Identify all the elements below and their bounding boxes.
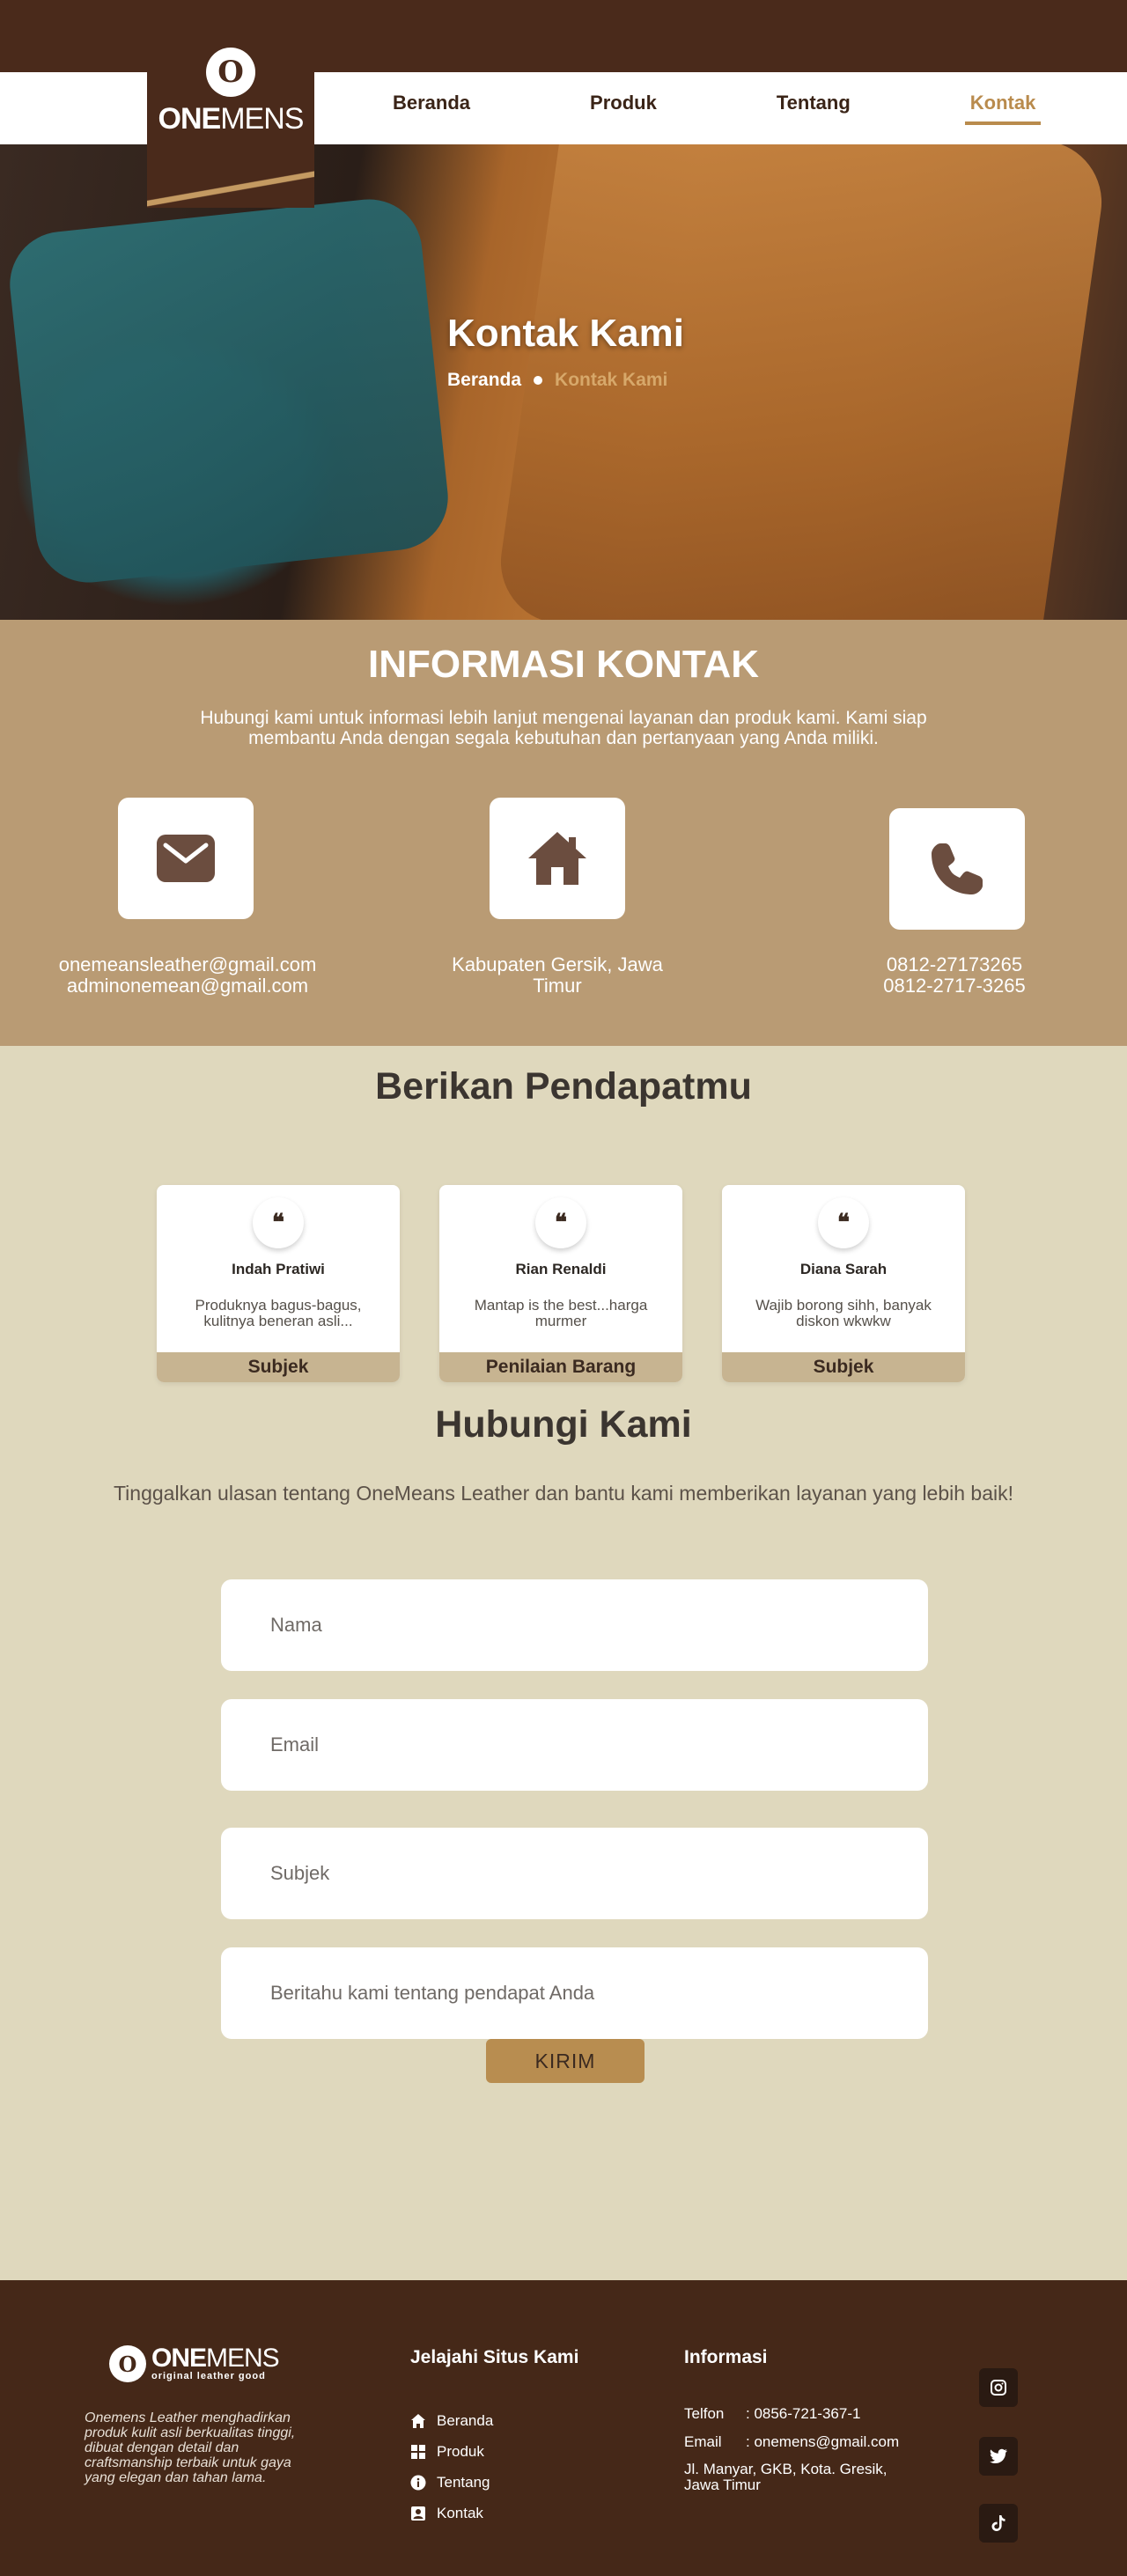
submit-button[interactable]: KIRIM <box>486 2039 645 2083</box>
message-field[interactable] <box>221 1947 928 2039</box>
brand-logo[interactable]: O ONEMENS <box>147 0 314 208</box>
review-text: Wajib borong sihh, banyak diskon wkwkw <box>755 1297 932 1329</box>
footer-link-label: Beranda <box>437 2411 494 2429</box>
contact-form-title: Hubungi Kami <box>435 1403 692 1446</box>
email-line[interactable]: adminonemean@gmail.com <box>29 975 346 997</box>
address-card <box>490 798 625 919</box>
footer-phone-row: Telfon : 0856-721-367-1 <box>684 2405 922 2423</box>
review-card: ❝ Rian Renaldi Mantap is the best...harg… <box>439 1185 682 1382</box>
footer-explore-heading: Jelajahi Situs Kami <box>410 2347 579 2367</box>
review-text: Produknya bagus-bagus, kulitnya beneran … <box>195 1297 362 1329</box>
footer-email-value[interactable]: : onemens@gmail.com <box>746 2433 899 2451</box>
tiktok-icon[interactable] <box>979 2504 1018 2543</box>
email-card <box>118 798 254 919</box>
breadcrumb-separator <box>534 376 543 385</box>
site-header: O ONEMENS Beranda Produk Tentang Kontak <box>0 0 1127 208</box>
subject-field[interactable] <box>221 1828 928 1919</box>
breadcrumb-home-link[interactable]: Beranda <box>447 370 521 391</box>
footer-logo-name-rest: MENS <box>206 2344 280 2373</box>
nav-link-produk[interactable]: Produk <box>585 92 662 125</box>
review-card: ❝ Indah Pratiwi Produknya bagus-bagus, k… <box>157 1185 400 1382</box>
review-footer: Subjek <box>157 1352 400 1382</box>
envelope-icon <box>157 835 215 882</box>
quote-icon: ❝ <box>253 1197 304 1248</box>
footer-phone-key: Telfon <box>684 2405 725 2422</box>
footer-link-kontak[interactable]: Kontak <box>410 2498 493 2528</box>
footer-logo-mark-icon: O <box>109 2345 146 2382</box>
address-line: Kabupaten Gersik, Jawa Timur <box>452 953 663 997</box>
nav-link-tentang[interactable]: Tentang <box>771 92 856 125</box>
grid-icon <box>410 2444 426 2460</box>
footer-about-text: Onemens Leather menghadirkan produk kuli… <box>85 2410 296 2485</box>
footer-nav: Beranda Produk Tentang Kontak <box>410 2405 493 2528</box>
footer-link-tentang[interactable]: Tentang <box>410 2467 493 2498</box>
contact-info-description: Hubungi kami untuk informasi lebih lanju… <box>200 708 927 748</box>
quote-icon: ❝ <box>535 1197 586 1248</box>
footer-logo-tagline: original leather good <box>151 2371 266 2381</box>
footer-link-label: Tentang <box>437 2473 490 2491</box>
footer-phone-value[interactable]: : 0856-721-367-1 <box>746 2405 860 2423</box>
phone-card <box>889 808 1025 930</box>
name-field[interactable] <box>221 1579 928 1671</box>
hero-banner: Kontak Kami Beranda Kontak Kami <box>0 144 1127 620</box>
logo-wordmark-rest: MENS <box>220 102 304 136</box>
review-card: ❝ Diana Sarah Wajib borong sihh, banyak … <box>722 1185 965 1382</box>
breadcrumb: Beranda Kontak Kami <box>447 370 667 391</box>
phone-line[interactable]: 0812-27173265 <box>796 954 1113 975</box>
footer-link-label: Produk <box>437 2442 484 2460</box>
breadcrumb-current: Kontak Kami <box>555 370 668 390</box>
quote-icon: ❝ <box>818 1197 869 1248</box>
email-addresses: onemeansleather@gmail.com adminonemean@g… <box>29 954 346 997</box>
phone-numbers: 0812-27173265 0812-2717-3265 <box>796 954 1113 997</box>
logo-wordmark-bold: ONE <box>158 102 222 136</box>
review-footer: Penilaian Barang <box>439 1352 682 1382</box>
site-footer: O ONEMENS original leather good Onemens … <box>0 2280 1127 2576</box>
footer-logo-name-bold: ONE <box>151 2344 207 2373</box>
email-field[interactable] <box>221 1699 928 1791</box>
review-footer: Subjek <box>722 1352 965 1382</box>
twitter-icon[interactable] <box>979 2437 1018 2476</box>
page-title: Kontak Kami <box>447 312 684 355</box>
home-icon <box>528 832 586 885</box>
review-text: Mantap is the best...harga murmer <box>474 1297 648 1329</box>
footer-info-heading: Informasi <box>684 2347 768 2367</box>
logo-wordmark: ONEMENS <box>158 102 305 136</box>
logo-mark-icon: O <box>206 48 255 97</box>
footer-email-row: Email : onemens@gmail.com <box>684 2433 922 2451</box>
nav-links: Beranda Produk Tentang Kontak <box>387 72 1042 144</box>
info-icon <box>410 2475 426 2491</box>
nav-link-beranda[interactable]: Beranda <box>387 92 475 125</box>
footer-address: Jl. Manyar, GKB, Kota. Gresik, Jawa Timu… <box>684 2461 888 2493</box>
reviewer-name: Indah Pratiwi <box>232 1261 325 1277</box>
footer-link-beranda[interactable]: Beranda <box>410 2405 493 2436</box>
footer-logo-name: ONEMENS <box>151 2344 280 2373</box>
footer-link-label: Kontak <box>437 2504 483 2521</box>
footer-logo-words: ONEMENS original leather good <box>151 2344 280 2382</box>
testimonials-title: Berikan Pendapatmu <box>375 1065 752 1108</box>
testimonials-section: Berikan Pendapatmu ❝ Indah Pratiwi Produ… <box>0 1046 1127 1398</box>
phone-line[interactable]: 0812-2717-3265 <box>796 975 1113 997</box>
footer-logo[interactable]: O ONEMENS original leather good <box>109 2344 280 2382</box>
footer-email-key: Email <box>684 2433 722 2450</box>
contact-form-section: Hubungi Kami Tinggalkan ulasan tentang O… <box>0 1398 1127 2280</box>
footer-info: Telfon : 0856-721-367-1 Email : onemens@… <box>684 2405 922 2493</box>
contact-info-section: INFORMASI KONTAK Hubungi kami untuk info… <box>0 620 1127 1046</box>
footer-link-produk[interactable]: Produk <box>410 2436 493 2467</box>
home-icon <box>410 2413 426 2429</box>
instagram-icon[interactable] <box>979 2368 1018 2407</box>
contact-card-icon <box>410 2506 426 2521</box>
address-text: Kabupaten Gersik, Jawa Timur <box>399 954 716 997</box>
contact-form-subtitle: Tinggalkan ulasan tentang OneMeans Leath… <box>113 1482 1014 1505</box>
reviewer-name: Diana Sarah <box>799 1261 888 1277</box>
contact-info-title: INFORMASI KONTAK <box>367 643 760 686</box>
phone-icon <box>932 843 983 894</box>
nav-link-kontak[interactable]: Kontak <box>964 92 1042 125</box>
email-line[interactable]: onemeansleather@gmail.com <box>29 954 346 975</box>
reviewer-name: Rian Renaldi <box>515 1261 607 1277</box>
